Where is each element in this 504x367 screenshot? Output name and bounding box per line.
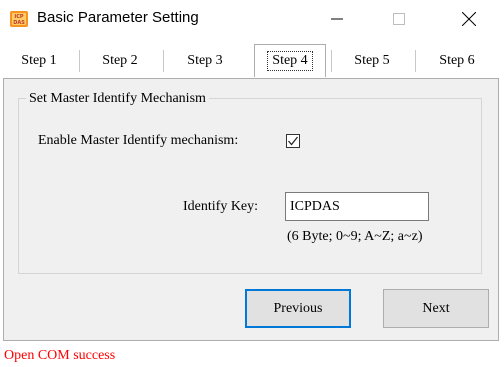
tab-step-6[interactable]: Step 6 <box>416 46 498 75</box>
close-icon <box>462 12 476 26</box>
tab-step-5[interactable]: Step 5 <box>332 46 412 75</box>
master-identify-groupbox <box>18 98 482 274</box>
enable-identify-label: Enable Master Identify mechanism: <box>38 133 239 148</box>
window-title: Basic Parameter Setting <box>37 9 199 26</box>
enable-identify-checkbox[interactable] <box>286 134 300 148</box>
status-text: Open COM success <box>4 348 116 363</box>
tab-label: Step 6 <box>439 52 475 68</box>
groupbox-title: Set Master Identify Mechanism <box>26 91 209 107</box>
identify-key-label: Identify Key: <box>183 199 259 214</box>
checkmark-icon <box>288 136 298 146</box>
close-button[interactable] <box>446 0 492 38</box>
tab-step-2[interactable]: Step 2 <box>80 46 160 75</box>
icpdas-app-icon: ICP DAS <box>10 10 28 28</box>
previous-button[interactable]: Previous <box>245 289 351 328</box>
tab-step-1[interactable]: Step 1 <box>2 46 76 75</box>
tab-label: Step 4 <box>267 51 313 71</box>
tab-label: Step 5 <box>354 52 390 68</box>
svg-text:DAS: DAS <box>13 20 25 26</box>
title-bar: ICP DAS Basic Parameter Setting <box>0 0 504 38</box>
tab-label: Step 2 <box>102 52 138 68</box>
identify-key-input[interactable] <box>285 192 429 221</box>
next-button[interactable]: Next <box>383 289 489 328</box>
step-tabs: Step 1 Step 2 Step 3 Step 4 Step 5 Step … <box>0 44 504 78</box>
minimize-button[interactable] <box>314 0 360 38</box>
minimize-icon <box>331 18 343 20</box>
tab-label: Step 1 <box>21 52 57 68</box>
maximize-button[interactable] <box>376 0 422 38</box>
tab-label: Step 3 <box>187 52 223 68</box>
tab-step-4[interactable]: Step 4 <box>254 44 326 77</box>
tab-step-3[interactable]: Step 3 <box>164 46 246 75</box>
identify-key-hint: (6 Byte; 0~9; A~Z; a~z) <box>287 229 423 244</box>
maximize-icon <box>393 13 405 25</box>
